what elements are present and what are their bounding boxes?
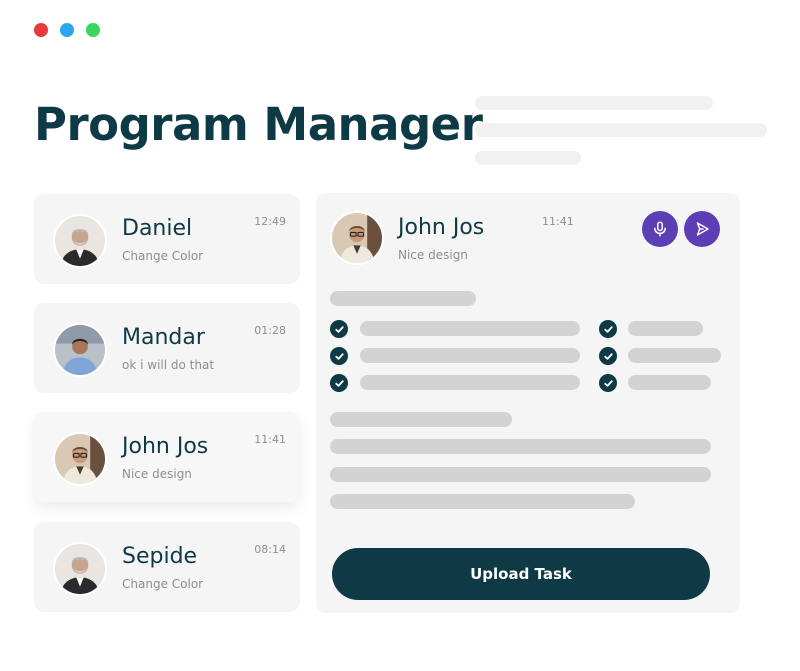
checkmark-icon [330, 347, 348, 365]
conversation-time: 11:41 [254, 433, 286, 446]
conversation-preview: ok i will do that [122, 358, 215, 372]
detail-preview: Nice design [398, 248, 468, 262]
avatar [330, 211, 384, 265]
avatar [53, 542, 107, 596]
checkmark-icon [599, 374, 617, 392]
conversation-preview: Nice design [122, 467, 192, 481]
upload-task-button[interactable]: Upload Task [332, 548, 710, 600]
detail-name: John Jos [398, 215, 485, 240]
header-placeholder-line [475, 123, 767, 137]
placeholder-text-line [330, 467, 711, 482]
task-detail-panel: John Jos Nice design 11:41 Upload Task [316, 193, 740, 613]
checkmark-icon [330, 320, 348, 338]
avatar [53, 432, 107, 486]
checkmark-icon [599, 347, 617, 365]
conversation-card-sepide[interactable]: Sepide Change Color 08:14 [34, 522, 300, 612]
placeholder-heading-line [330, 291, 476, 306]
window-controls [34, 23, 100, 37]
placeholder-text-line [330, 439, 711, 454]
conversation-time: 01:28 [254, 324, 286, 337]
conversation-card-mandar[interactable]: Mandar ok i will do that 01:28 [34, 303, 300, 393]
checklist-placeholder-line [628, 348, 721, 363]
window-close-dot[interactable] [34, 23, 48, 37]
conversation-name: Mandar [122, 325, 205, 350]
checkmark-icon [599, 320, 617, 338]
conversation-name: Sepide [122, 544, 198, 569]
microphone-button[interactable] [642, 211, 678, 247]
conversation-preview: Change Color [122, 249, 204, 263]
header-placeholder-line [475, 96, 713, 110]
send-button[interactable] [684, 211, 720, 247]
conversation-time: 08:14 [254, 543, 286, 556]
checklist-placeholder-line [360, 348, 580, 363]
checklist-placeholder-line [360, 375, 580, 390]
header-placeholder-line [475, 151, 581, 165]
page-title: Program Manager [34, 98, 483, 151]
checkmark-icon [330, 374, 348, 392]
window-maximize-dot[interactable] [86, 23, 100, 37]
placeholder-text-line [330, 494, 635, 509]
conversation-card-john-jos[interactable]: John Jos Nice design 11:41 [34, 412, 300, 502]
send-icon [696, 222, 709, 236]
checklist-placeholder-line [360, 321, 580, 336]
conversation-name: John Jos [122, 434, 209, 459]
placeholder-heading-line [330, 412, 512, 427]
window-minimize-dot[interactable] [60, 23, 74, 37]
avatar [53, 323, 107, 377]
conversation-card-daniel[interactable]: Daniel Change Color 12:49 [34, 194, 300, 284]
microphone-icon [654, 221, 666, 237]
conversation-time: 12:49 [254, 215, 286, 228]
checklist-placeholder-line [628, 321, 703, 336]
detail-time: 11:41 [542, 215, 574, 228]
conversation-preview: Change Color [122, 577, 204, 591]
checklist-placeholder-line [628, 375, 711, 390]
avatar [53, 214, 107, 268]
conversation-name: Daniel [122, 216, 193, 241]
